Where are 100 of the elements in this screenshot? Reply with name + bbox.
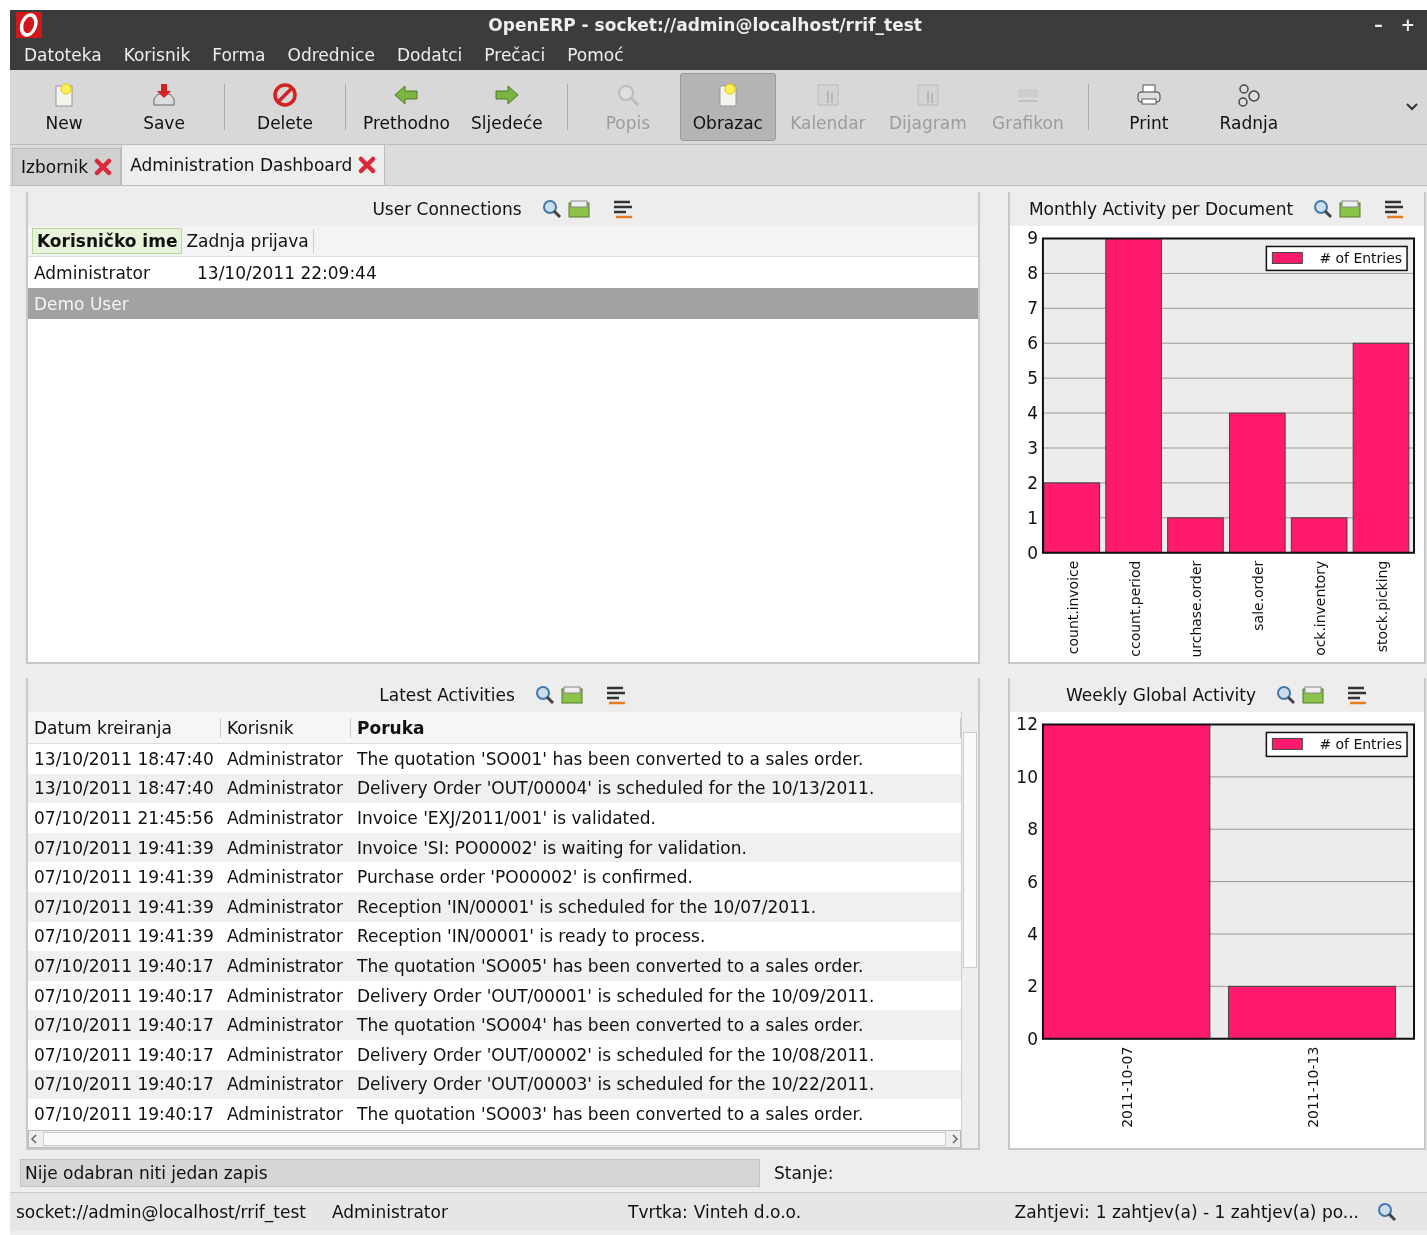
table-cell-text: Administrator: [226, 1015, 344, 1036]
category-label: urchase.order: [1188, 560, 1205, 658]
state-label: Stanje:: [774, 1163, 834, 1183]
table-cell-text: Administrator: [226, 985, 344, 1006]
table-cell-text: Administrator: [226, 837, 344, 858]
menu-item[interactable]: Forma: [212, 45, 266, 65]
column-header[interactable]: Korisnik: [221, 717, 351, 738]
category-label: 2011-10-07: [1119, 1046, 1136, 1128]
table-row[interactable]: Administrator 13/10/2011 22:09:44: [28, 257, 978, 288]
table-cell-text: Delivery Order 'OUT/00003' is scheduled for the 10/22/2011.: [356, 1074, 876, 1095]
toolbar-button[interactable]: Print: [1100, 73, 1197, 141]
table-cell-text: 07/10/2011 19:40:17: [33, 1044, 215, 1065]
search-icon[interactable]: [1313, 199, 1334, 219]
panel-title: Latest Activities: [379, 685, 516, 705]
table-cell-text: Administrator: [226, 926, 344, 947]
tab[interactable]: Izbornik: [12, 148, 122, 185]
company-text: Vinteh d.o.o.: [693, 1202, 802, 1222]
requests-text: 1 zahtjev(a) - 1 zahtjev(a) po...: [1095, 1202, 1359, 1222]
list-icon[interactable]: [1346, 685, 1368, 705]
menu-item[interactable]: Pomoć: [567, 45, 624, 65]
chevron-icon[interactable]: [1405, 102, 1419, 112]
folder-icon[interactable]: [1339, 200, 1362, 218]
vertical-scrollbar[interactable]: [961, 712, 978, 1148]
table-cell-text: Delivery Order 'OUT/00001' is scheduled for the 10/09/2011.: [356, 985, 876, 1006]
record-status-field: Nije odabran niti jedan zapis: [20, 1159, 760, 1187]
scroll-right-icon[interactable]: [950, 1133, 960, 1145]
axis-tick-label: 6: [1027, 871, 1038, 892]
category-label: count.invoice: [1064, 560, 1081, 655]
requests-label: Zahtjevi:: [1014, 1202, 1090, 1222]
toolbar-button[interactable]: Prethodno: [358, 73, 455, 141]
close-icon[interactable]: [358, 156, 377, 174]
panel-title: Monthly Activity per Document: [1028, 199, 1295, 219]
table-cell-text: Administrator: [226, 1074, 344, 1095]
axis-tick-label: 0: [1027, 542, 1038, 563]
table-cell-text: The quotation 'SO005' has been converted to a sales order.: [356, 955, 865, 976]
column-header[interactable]: Korisničko ime: [32, 228, 183, 254]
panel-title: User Connections: [372, 199, 523, 219]
menu-item[interactable]: Datoteka: [24, 45, 102, 65]
table-cell-text: Administrator: [226, 896, 344, 917]
toolbar-button[interactable]: Radnja: [1200, 73, 1297, 141]
toolbar-button[interactable]: Save: [116, 73, 212, 141]
menu-item[interactable]: Prečaci: [484, 45, 546, 65]
table-cell-text: Administrator: [226, 1044, 344, 1065]
column-header[interactable]: Datum kreiranja: [28, 717, 221, 738]
axis-tick-label: 4: [1027, 923, 1038, 944]
table-cell-text: Administrator: [226, 867, 344, 888]
window-control-button[interactable]: –: [1368, 15, 1389, 35]
axis-tick-label: 12: [1016, 714, 1038, 735]
table-cell-text: 07/10/2011 19:40:17: [33, 1074, 215, 1095]
folder-icon[interactable]: [560, 686, 583, 704]
table-cell-text: Purchase order 'PO00002' is confirmed.: [356, 867, 694, 888]
toolbar-button[interactable]: Delete: [237, 73, 333, 141]
save-icon: [150, 81, 178, 109]
list-icon[interactable]: [604, 685, 627, 705]
table-cell-text: 07/10/2011 19:40:17: [33, 1103, 215, 1124]
search-icon[interactable]: [1377, 1202, 1397, 1222]
column-header[interactable]: Zadnja prijava: [182, 229, 314, 253]
table-cell-text: The quotation 'SO001' has been converted to a sales order.: [356, 748, 865, 769]
table-cell-text: Delivery Order 'OUT/00004' is scheduled for the 10/13/2011.: [356, 778, 876, 799]
tab[interactable]: Administration Dashboard: [121, 144, 386, 185]
table-cell-text: Invoice 'SI: PO00002' is waiting for validation.: [356, 837, 748, 858]
window-control-button[interactable]: +: [1394, 15, 1421, 35]
folder-icon[interactable]: [567, 200, 590, 218]
table-cell-text: Invoice 'EXJ/2011/001' is validated.: [356, 808, 657, 828]
company-label: Tvrtka:: [628, 1202, 688, 1222]
list-icon[interactable]: [1383, 199, 1406, 219]
delete-icon: [271, 81, 299, 109]
toolbar-button[interactable]: Obrazac: [679, 73, 776, 141]
search-icon[interactable]: [541, 199, 562, 219]
axis-tick-label: 2: [1027, 472, 1038, 493]
horizontal-scrollbar[interactable]: [28, 1130, 961, 1148]
chart-legend: # of Entries: [1265, 731, 1408, 758]
legend-label: # of Entries: [1319, 736, 1403, 753]
table-cell-text: Administrator: [226, 808, 344, 828]
table-cell-text: 07/10/2011 19:40:17: [33, 985, 215, 1006]
axis-tick-label: 7: [1027, 298, 1038, 319]
menu-item[interactable]: Dodatci: [396, 45, 463, 65]
axis-tick-label: 2: [1027, 976, 1038, 997]
menu-item[interactable]: Korisnik: [123, 45, 191, 65]
folder-icon[interactable]: [1302, 686, 1324, 704]
close-icon[interactable]: [94, 158, 113, 176]
axis-tick-label: 4: [1027, 403, 1038, 424]
category-label: stock.picking: [1374, 560, 1390, 653]
list-icon[interactable]: [611, 199, 634, 219]
table-cell-text: 07/10/2011 19:41:39: [33, 926, 215, 947]
menu-item[interactable]: Odrednice: [287, 45, 375, 65]
axis-tick-label: 3: [1027, 437, 1038, 458]
toolbar-button[interactable]: New: [16, 73, 112, 141]
table-cell-text: Administrator: [226, 955, 344, 976]
axis-tick-label: 5: [1027, 368, 1038, 389]
table-cell-text: Delivery Order 'OUT/00002' is scheduled for the 10/08/2011.: [356, 1044, 876, 1065]
toolbar-button[interactable]: Sljedeće: [458, 73, 555, 141]
search-icon[interactable]: [1276, 685, 1296, 705]
scroll-left-icon[interactable]: [29, 1133, 39, 1145]
window-title: OpenERP - socket://admin@localhost/rrif_test: [488, 15, 922, 35]
panel-title: Weekly Global Activity: [1066, 685, 1257, 705]
search-icon[interactable]: [534, 685, 555, 705]
table-cell-text: 07/10/2011 19:40:17: [33, 1015, 215, 1036]
table-cell-text: 07/10/2011 19:40:17: [33, 955, 215, 976]
table-cell-text: Reception 'IN/00001' is scheduled for the 10/07/2011.: [356, 896, 818, 917]
